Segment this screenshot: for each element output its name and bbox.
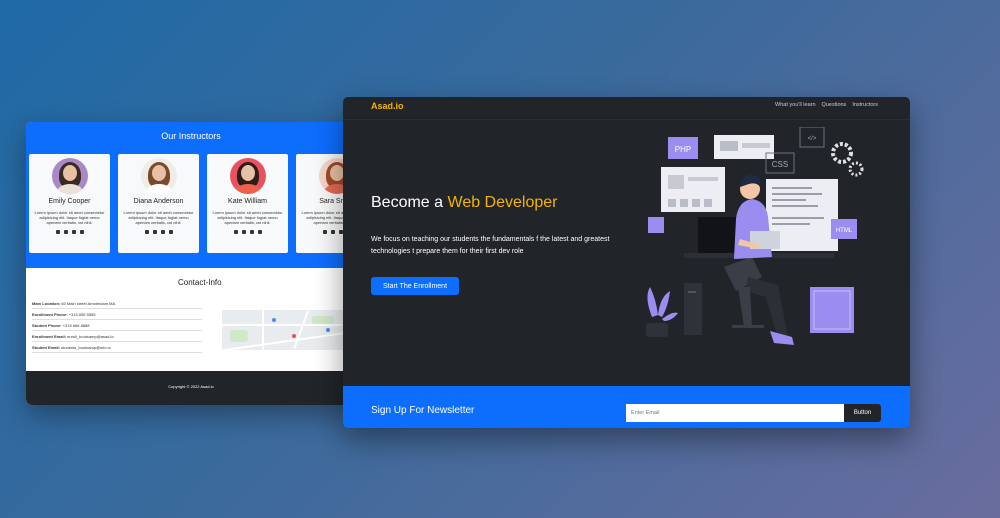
svg-text:</>: </> xyxy=(808,136,817,142)
contact-list: Main Location: 60 Main street Amsterdam … xyxy=(32,298,202,353)
start-enrollment-button[interactable]: Start The Enrollment xyxy=(371,277,459,295)
contact-section: Contact-Info Main Location: 60 Main stre… xyxy=(26,268,356,371)
instructor-card: Kate William Lorem ipsum dolor sit amet … xyxy=(207,154,288,253)
nav-link-instructors[interactable]: Instructors xyxy=(852,102,878,108)
instagram-icon[interactable] xyxy=(144,230,149,234)
location-map[interactable] xyxy=(222,310,356,350)
contact-row: Enrollment Email: enroll_bootcamp@asad.i… xyxy=(32,331,202,342)
linkedin-icon[interactable] xyxy=(249,230,254,234)
instructor-card: Diana Anderson Lorem ipsum dolor sit ame… xyxy=(118,154,199,253)
social-links xyxy=(233,230,262,234)
contact-title: Contact-Info xyxy=(178,278,222,287)
contact-row: Enrollment Phone: +315 555 5555 xyxy=(32,309,202,320)
contact-label: Enrollment Phone: xyxy=(32,312,68,317)
contact-label: Student Email: xyxy=(32,345,61,350)
instructor-name: Diana Anderson xyxy=(133,198,184,205)
hero-title-prefix: Become a xyxy=(371,194,444,211)
contact-row: Main Location: 60 Main street Amsterdam … xyxy=(32,298,202,309)
newsletter-title: Sign Up For Newsletter xyxy=(371,405,475,416)
avatar xyxy=(229,158,266,194)
instagram-icon[interactable] xyxy=(322,230,327,234)
instructor-card: Emily Cooper Lorem ipsum dolor sit amet … xyxy=(29,154,110,253)
svg-text:CSS: CSS xyxy=(772,160,788,169)
facebook-icon[interactable] xyxy=(168,230,173,234)
footer: Copyright © 2022 Asad.io xyxy=(26,371,356,405)
contact-value: students_bootcamp@info.io xyxy=(61,345,111,350)
contact-row: Student Email: students_bootcamp@info.io xyxy=(32,342,202,353)
instructor-cards: Emily Cooper Lorem ipsum dolor sit amet … xyxy=(29,154,356,253)
social-links xyxy=(55,230,84,234)
contact-value: enroll_bootcamp@asad.io xyxy=(67,334,114,339)
instructors-page-window: Our Instructors Emily Cooper Lorem ipsum… xyxy=(26,122,356,405)
contact-row: Student Phone: +315 666 8888 xyxy=(32,320,202,331)
instructor-bio: Lorem ipsum dolor sit amet consectetur a… xyxy=(34,210,105,225)
contact-label: Student Phone: xyxy=(32,323,62,328)
twitter-icon[interactable] xyxy=(152,230,157,234)
svg-text:HTML: HTML xyxy=(836,228,853,234)
nav-link-what-youll-learn[interactable]: What you'll learn xyxy=(775,102,816,108)
facebook-icon[interactable] xyxy=(79,230,84,234)
landing-page-window: Asad.io What you'll learn Questions Inst… xyxy=(343,97,910,428)
newsletter-section: Sign Up For Newsletter Button xyxy=(343,386,910,428)
social-links xyxy=(144,230,173,234)
instructor-name: Kate William xyxy=(228,198,267,205)
instructors-section: Our Instructors Emily Cooper Lorem ipsum… xyxy=(26,122,356,268)
svg-text:PHP: PHP xyxy=(675,145,691,154)
copyright-text: Copyright © 2022 Asad.io xyxy=(168,384,214,389)
contact-value: 60 Main street Amsterdam MA xyxy=(61,301,116,306)
hero-title-accent: Web Developer xyxy=(447,194,558,211)
nav-links: What you'll learn Questions Instructors xyxy=(775,102,878,108)
hero-description: We focus on teaching our students the fu… xyxy=(371,236,610,255)
brand-logo[interactable]: Asad.io xyxy=(371,101,404,111)
avatar xyxy=(51,158,88,194)
developer-illustration: PHP CSS </> HTML xyxy=(646,127,864,345)
instructor-name: Emily Cooper xyxy=(48,198,91,205)
twitter-icon[interactable] xyxy=(241,230,246,234)
email-input[interactable] xyxy=(626,404,844,422)
instructor-bio: Lorem ipsum dolor sit amet consectetur a… xyxy=(123,210,194,225)
hero-title: Become a Web Developer xyxy=(371,194,557,212)
linkedin-icon[interactable] xyxy=(71,230,76,234)
twitter-icon[interactable] xyxy=(330,230,335,234)
linkedin-icon[interactable] xyxy=(160,230,165,234)
contact-value: +315 555 5555 xyxy=(68,312,96,317)
instructors-title: Our Instructors xyxy=(161,131,221,141)
twitter-icon[interactable] xyxy=(63,230,68,234)
instructor-bio: Lorem ipsum dolor sit amet consectetur a… xyxy=(212,210,283,225)
nav-link-questions[interactable]: Questions xyxy=(822,102,847,108)
instagram-icon[interactable] xyxy=(55,230,60,234)
instagram-icon[interactable] xyxy=(233,230,238,234)
subscribe-button[interactable]: Button xyxy=(844,404,881,422)
avatar xyxy=(140,158,177,194)
contact-value: +315 666 8888 xyxy=(62,323,90,328)
navbar: Asad.io What you'll learn Questions Inst… xyxy=(343,97,910,120)
linkedin-icon[interactable] xyxy=(338,230,343,234)
contact-label: Enrollment Email: xyxy=(32,334,67,339)
facebook-icon[interactable] xyxy=(257,230,262,234)
contact-label: Main Location: xyxy=(32,301,61,306)
